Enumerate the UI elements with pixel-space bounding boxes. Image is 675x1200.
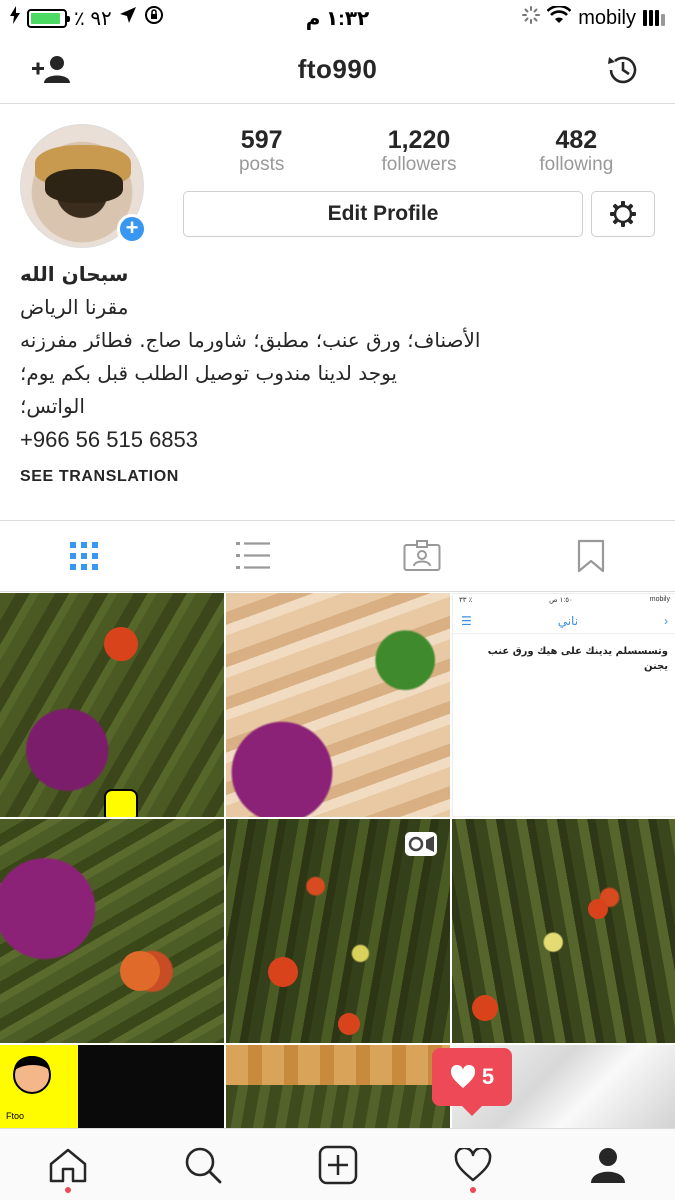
grid-icon — [70, 542, 99, 570]
profile-bio: سبحان الله مقرنا الرياض الأصناف؛ ورق عنب… — [20, 258, 660, 456]
add-story-icon[interactable]: + — [117, 214, 147, 244]
grid-post[interactable] — [226, 593, 450, 817]
grid-post[interactable] — [0, 593, 224, 817]
profile-display-name: سبحان الله — [20, 262, 129, 286]
tab-activity[interactable] — [405, 1129, 540, 1200]
carrier-name: mobily — [578, 6, 636, 29]
profile-username: fto990 — [297, 54, 378, 84]
battery-icon — [27, 8, 70, 28]
posts-stat[interactable]: 597 posts — [183, 126, 340, 176]
settings-button[interactable] — [591, 191, 655, 237]
posts-label: posts — [238, 154, 285, 175]
chat-status-right: mobily — [649, 596, 670, 603]
bio-line: الواتس؛ — [20, 394, 85, 418]
snap-name: Ftoo — [6, 1111, 25, 1121]
likes-count: 5 — [481, 1064, 495, 1089]
status-time: ١:٣٢ م — [305, 7, 370, 30]
chat-contact-name: ناني — [557, 613, 579, 628]
tab-home[interactable] — [0, 1129, 135, 1200]
bio-line: الأصناف؛ ورق عنب؛ مطبق؛ شاورما صاج. فطائ… — [20, 328, 481, 352]
tab-new-post[interactable] — [270, 1129, 405, 1200]
location-icon — [119, 6, 137, 30]
history-icon — [608, 56, 637, 84]
heart-outline-icon — [454, 1147, 491, 1181]
status-right: mobily — [522, 4, 665, 30]
tab-profile[interactable] — [540, 1129, 675, 1200]
chat-header: ☰ ناني › — [453, 608, 675, 634]
add-post-icon — [318, 1145, 357, 1184]
grid-post[interactable] — [452, 819, 675, 1043]
following-stat[interactable]: 482 following — [498, 126, 655, 176]
battery-percent: ٪ ٩٢ — [74, 7, 112, 30]
bottom-tab-bar — [0, 1128, 675, 1200]
grid-post[interactable] — [226, 1045, 450, 1135]
tab-list[interactable] — [169, 521, 338, 591]
grid-post[interactable]: ٣٣ ٪ ١:٥٠ ص mobily ☰ ناني › وتسسسلم يدين… — [452, 593, 675, 817]
wifi-icon — [546, 4, 572, 30]
posts-grid: ٣٣ ٪ ١:٥٠ ص mobily ☰ ناني › وتسسسلم يدين… — [0, 593, 675, 1135]
add-user-button[interactable] — [30, 50, 74, 90]
video-icon — [404, 831, 438, 862]
profile-nav-bar: fto990 — [0, 36, 675, 104]
status-bar: ٪ ٩٢ ١:٣٢ م mobily — [0, 0, 675, 36]
signal-icon — [643, 10, 665, 26]
following-label: following — [539, 154, 614, 175]
followers-count: 1,220 — [387, 126, 451, 154]
see-translation-link[interactable]: SEE TRANSLATION — [20, 468, 179, 486]
activity-notification-bubble[interactable]: 5 — [432, 1048, 512, 1116]
snapchat-logo-icon — [104, 789, 138, 817]
chat-status-time: ١:٥٠ ص — [549, 597, 573, 604]
tagged-icon — [403, 540, 441, 571]
posts-count: 597 — [240, 126, 283, 154]
tab-search[interactable] — [135, 1129, 270, 1200]
back-chevron-icon: › — [663, 613, 668, 628]
snapcode-icon: Ftoo — [0, 1045, 78, 1135]
activity-notification-dot — [469, 1187, 476, 1193]
add-user-icon — [32, 56, 70, 83]
tab-grid[interactable] — [0, 521, 169, 591]
followers-label: followers — [381, 154, 457, 175]
home-icon — [49, 1148, 86, 1182]
grid-post[interactable] — [226, 819, 450, 1043]
profile-icon — [590, 1147, 625, 1183]
profile-avatar[interactable]: + — [20, 124, 147, 248]
following-count: 482 — [555, 126, 598, 154]
profile-stats: 597 posts 1,220 followers 482 following — [183, 126, 655, 176]
list-icon — [236, 542, 271, 569]
gear-icon — [610, 201, 636, 227]
heart-icon — [450, 1065, 475, 1088]
tab-saved[interactable] — [506, 521, 675, 591]
bio-line: مقرنا الرياض — [20, 295, 129, 319]
edit-profile-button[interactable]: Edit Profile — [183, 191, 583, 237]
profile-view-tabs — [0, 520, 675, 592]
search-icon — [185, 1147, 221, 1183]
tab-tagged[interactable] — [338, 521, 507, 591]
chat-message: وتسسسلم يدينك على هيك ورق عنب يجنن — [487, 646, 668, 672]
home-notification-dot — [64, 1187, 71, 1193]
followers-stat[interactable]: 1,220 followers — [340, 126, 497, 176]
loading-spinner-icon — [522, 6, 541, 30]
menu-icon: ☰ — [461, 613, 472, 628]
rotation-lock-icon — [144, 5, 164, 31]
chat-status-left: ٣٣ ٪ — [459, 597, 473, 604]
grid-post[interactable] — [0, 819, 224, 1043]
saved-icon — [577, 539, 604, 573]
status-left: ٪ ٩٢ — [10, 5, 164, 31]
grid-post[interactable]: Ftoo — [0, 1045, 224, 1135]
bio-line: يوجد لدينا مندوب توصيل الطلب قبل بكم يوم… — [20, 361, 397, 385]
chat-status-bar: ٣٣ ٪ ١:٥٠ ص mobily — [453, 594, 675, 608]
charging-icon — [10, 6, 20, 30]
bio-phone[interactable]: +966 56 515 6853 — [20, 423, 660, 456]
archive-button[interactable] — [601, 50, 645, 90]
